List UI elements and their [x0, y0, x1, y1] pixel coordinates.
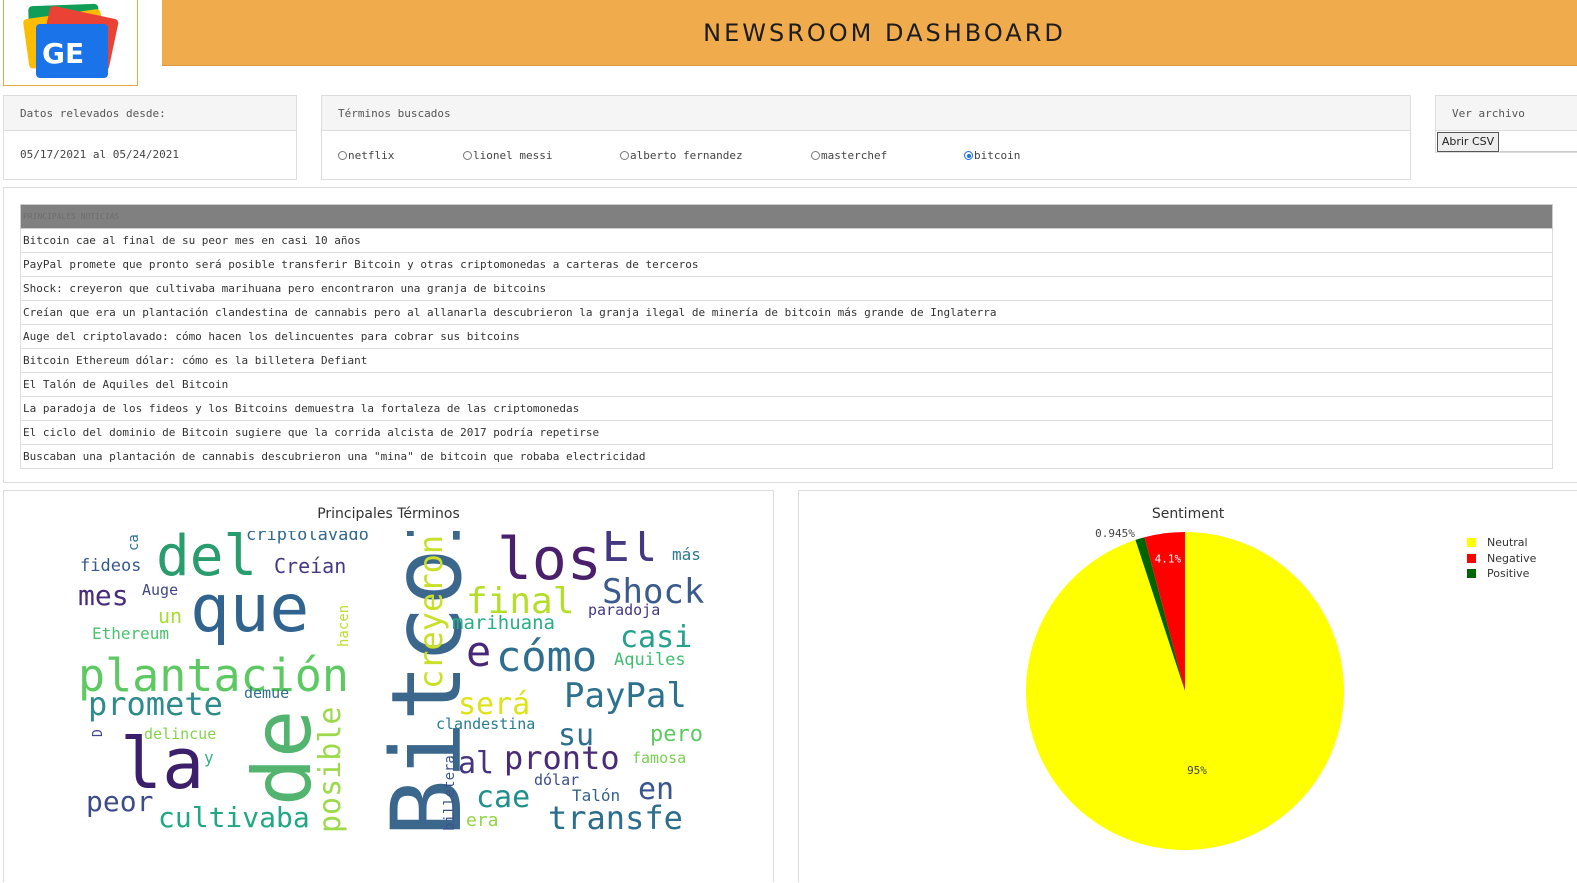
- radio-bitcoin[interactable]: bitcoin: [964, 149, 1020, 162]
- wordcloud: Bitcoin de que plantación la del los El …: [78, 531, 704, 837]
- table-row: Bitcoin cae al final de su peor mes en c…: [20, 228, 1553, 253]
- date-range-label: Datos relevados desde:: [4, 96, 296, 131]
- legend-swatch: [1467, 569, 1476, 578]
- wordcloud-word: El: [602, 531, 657, 572]
- radio-button-icon[interactable]: [463, 151, 472, 160]
- wordcloud-word: clandestina: [436, 715, 535, 733]
- table-row: Buscaban una plantación de cannabis desc…: [20, 444, 1553, 469]
- wordcloud-word: al: [458, 746, 494, 781]
- wordcloud-word: creyeron: [412, 535, 450, 689]
- radio-button-checked-icon[interactable]: [964, 151, 973, 160]
- wordcloud-word: era: [466, 810, 499, 831]
- wordcloud-title: Principales Términos: [317, 506, 460, 522]
- wordcloud-word: peor: [86, 785, 153, 818]
- wordcloud-word: Aquiles: [614, 650, 686, 670]
- wordcloud-word: delincue: [144, 725, 216, 743]
- news-headline: Creían que era un plantación clandestina…: [20, 300, 1553, 325]
- wordcloud-word: fideos: [80, 556, 141, 576]
- wordcloud-word: Creían: [274, 554, 346, 578]
- terms-panel: Principales Términos Bitcoin de que plan…: [3, 490, 774, 882]
- legend-item-negative[interactable]: Negative: [1467, 552, 1536, 565]
- table-header-row: PRINCIPALES NOTICIAS: [20, 204, 1553, 229]
- wordcloud-word: demue: [244, 684, 289, 702]
- news-table: PRINCIPALES NOTICIAS Bitcoin cae al fina…: [20, 204, 1553, 469]
- table-row: El ciclo del dominio de Bitcoin sugiere …: [20, 420, 1553, 445]
- sentiment-panel: Sentiment 95% 4.1% 0.945% Neutral Negative…: [798, 490, 1577, 882]
- radio-masterchef[interactable]: masterchef: [811, 149, 887, 162]
- open-csv-button[interactable]: Abrir CSV: [1437, 132, 1499, 152]
- wordcloud-word: D: [91, 729, 106, 737]
- wordcloud-word: ca: [126, 534, 142, 551]
- news-headline: Buscaban una plantación de cannabis desc…: [20, 444, 1553, 469]
- wordcloud-word: y: [204, 748, 214, 767]
- google-news-logo-icon: GE: [23, 3, 119, 78]
- page-title: NEWSROOM DASHBOARD: [703, 18, 1066, 47]
- news-headline: Shock: creyeron que cultivaba marihuana …: [20, 276, 1553, 301]
- date-range-value: 05/17/2021 al 05/24/2021: [20, 148, 179, 161]
- news-headline: El Talón de Aquiles del Bitcoin: [20, 372, 1553, 397]
- wordcloud-word: hacen: [336, 605, 352, 647]
- news-headline: La paradoja de los fideos y los Bitcoins…: [20, 396, 1553, 421]
- table-row: Auge del criptolavado: cómo hacen los de…: [20, 324, 1553, 349]
- radio-lionel-messi[interactable]: lionel messi: [463, 149, 552, 162]
- table-row: PayPal promete que pronto será posible t…: [20, 252, 1553, 277]
- wordcloud-word: famosa: [632, 749, 686, 767]
- pie-label-negative: 4.1%: [1155, 553, 1182, 566]
- legend-swatch: [1467, 538, 1476, 547]
- wordcloud-word: cómo: [496, 632, 597, 681]
- table-row: Shock: creyeron que cultivaba marihuana …: [20, 276, 1553, 301]
- table-row: Creían que era un plantación clandestina…: [20, 300, 1553, 325]
- radio-button-icon[interactable]: [811, 151, 820, 160]
- csv-file-field[interactable]: [1500, 133, 1577, 152]
- file-panel: Ver archivo Abrir CSV: [1435, 95, 1577, 153]
- radio-button-icon[interactable]: [620, 151, 629, 160]
- wordcloud-word: mes: [78, 579, 129, 612]
- sentiment-pie-chart: 95% 4.1% 0.945%: [1026, 527, 1344, 850]
- file-panel-label: Ver archivo: [1436, 96, 1577, 131]
- wordcloud-word: paradoja: [588, 601, 660, 619]
- wordcloud-word: en: [638, 772, 674, 807]
- header-bar: NEWSROOM DASHBOARD: [162, 0, 1577, 66]
- pie-label-neutral: 95%: [1187, 764, 1207, 777]
- news-headline: PayPal promete que pronto será posible t…: [20, 252, 1553, 277]
- news-panel: PRINCIPALES NOTICIAS Bitcoin cae al fina…: [3, 187, 1577, 483]
- radio-netflix[interactable]: netflix: [338, 149, 394, 162]
- table-row: El Talón de Aquiles del Bitcoin: [20, 372, 1553, 397]
- wordcloud-word: Auge: [142, 581, 178, 599]
- radio-button-icon[interactable]: [338, 151, 347, 160]
- wordcloud-word: promete: [88, 685, 223, 723]
- wordcloud-word: más: [672, 545, 701, 564]
- wordcloud-word: Ethereum: [92, 624, 169, 643]
- search-terms-panel: Términos buscados netflix lionel messi a…: [321, 95, 1411, 180]
- legend-item-positive[interactable]: Positive: [1467, 567, 1529, 580]
- wordcloud-word: cultivaba: [158, 801, 310, 834]
- date-range-panel: Datos relevados desde: 05/17/2021 al 05/…: [3, 95, 297, 180]
- wordcloud-word: billetera: [442, 755, 458, 831]
- wordcloud-word: Talón: [572, 786, 620, 805]
- news-headline: Auge del criptolavado: cómo hacen los de…: [20, 324, 1553, 349]
- radio-alberto-fernandez[interactable]: alberto fernandez: [620, 149, 743, 162]
- svg-text:GE: GE: [42, 37, 84, 70]
- wordcloud-word: posible: [313, 707, 348, 833]
- wordcloud-word: pero: [650, 722, 703, 747]
- pie-label-positive: 0.945%: [1095, 527, 1135, 540]
- wordcloud-word: criptolavado: [246, 531, 369, 545]
- news-headline: El ciclo del dominio de Bitcoin sugiere …: [20, 420, 1553, 445]
- wordcloud-word: e: [466, 627, 491, 676]
- news-headline: Bitcoin cae al final de su peor mes en c…: [20, 228, 1553, 253]
- legend-item-neutral[interactable]: Neutral: [1467, 536, 1528, 549]
- legend-swatch: [1467, 554, 1476, 563]
- table-row: La paradoja de los fideos y los Bitcoins…: [20, 396, 1553, 421]
- news-headline: Bitcoin Ethereum dólar: cómo es la bille…: [20, 348, 1553, 373]
- wordcloud-word: marihuana: [452, 612, 555, 634]
- search-terms-label: Términos buscados: [322, 96, 1410, 131]
- table-row: Bitcoin Ethereum dólar: cómo es la bille…: [20, 348, 1553, 373]
- wordcloud-word: su: [558, 718, 594, 753]
- news-table-header: PRINCIPALES NOTICIAS: [20, 204, 1553, 229]
- logo: GE: [3, 0, 138, 86]
- wordcloud-word: PayPal: [564, 676, 687, 716]
